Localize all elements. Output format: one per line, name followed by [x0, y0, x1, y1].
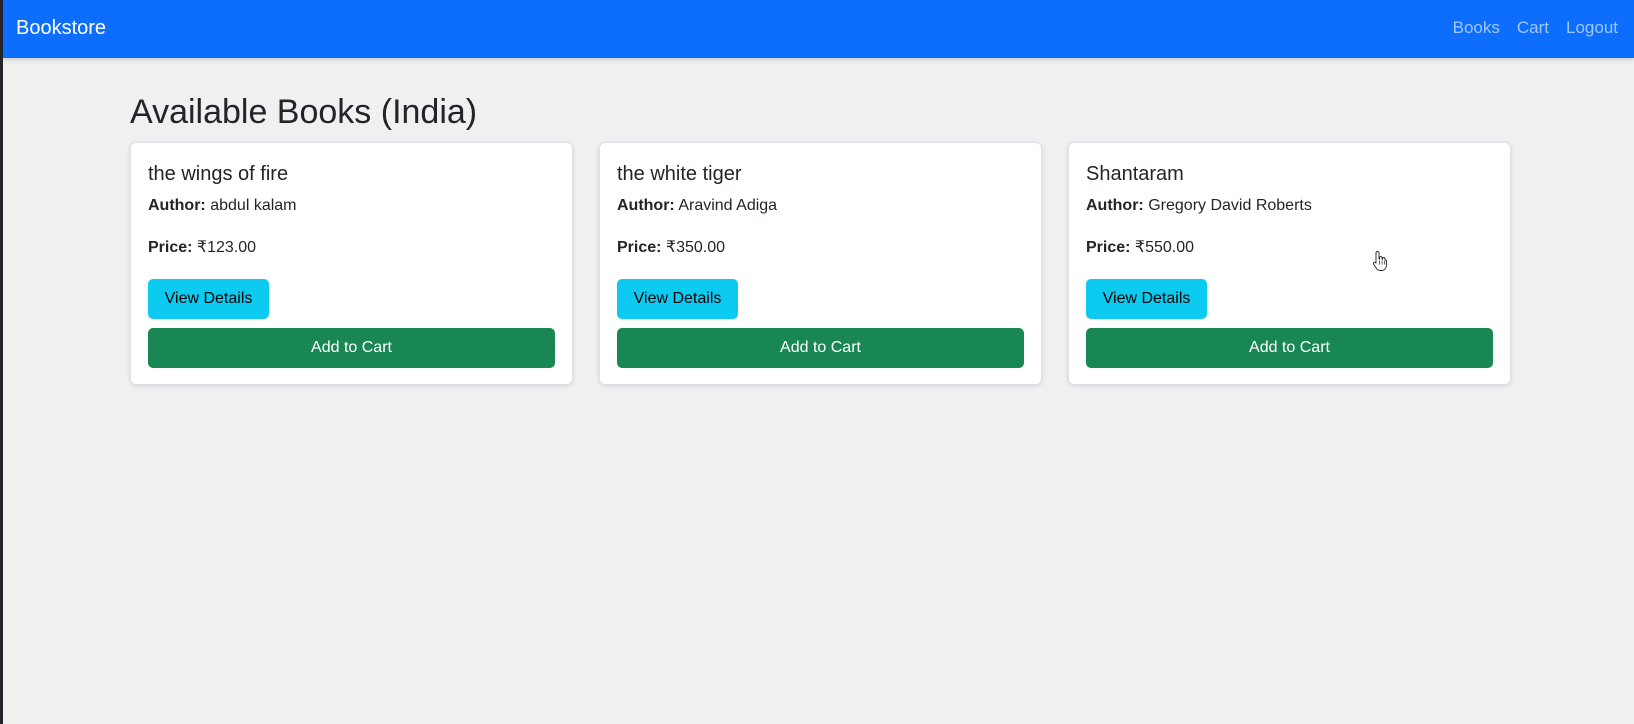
view-details-button[interactable]: View Details — [148, 279, 269, 319]
book-price: Price: ₹350.00 — [617, 238, 1024, 258]
nav-link-books[interactable]: Books — [1453, 18, 1500, 38]
book-card: the wings of fire Author: abdul kalam Pr… — [130, 142, 573, 385]
nav-link-logout[interactable]: Logout — [1566, 18, 1618, 38]
page-title: Available Books (India) — [130, 93, 478, 131]
add-to-cart-button[interactable]: Add to Cart — [148, 328, 555, 368]
nav-link-cart[interactable]: Cart — [1517, 18, 1549, 38]
book-author: Author: abdul kalam — [148, 196, 555, 216]
add-to-cart-button[interactable]: Add to Cart — [617, 328, 1024, 368]
book-title: the white tiger — [617, 163, 742, 185]
author-value: Gregory David Roberts — [1148, 197, 1312, 214]
book-price: Price: ₹123.00 — [148, 238, 555, 258]
nav-links: Books Cart Logout — [1453, 0, 1618, 56]
navbar: Bookstore Books Cart Logout — [0, 0, 1634, 58]
price-value: ₹550.00 — [1134, 239, 1195, 256]
price-label: Price: — [617, 239, 662, 256]
author-value: abdul kalam — [210, 197, 297, 214]
book-title: Shantaram — [1086, 163, 1184, 185]
book-card: Shantaram Author: Gregory David Roberts … — [1068, 142, 1511, 385]
book-title: the wings of fire — [148, 163, 289, 185]
book-price: Price: ₹550.00 — [1086, 238, 1493, 258]
price-value: ₹123.00 — [196, 239, 257, 256]
book-author: Author: Gregory David Roberts — [1086, 196, 1493, 216]
add-to-cart-button[interactable]: Add to Cart — [1086, 328, 1493, 368]
book-list: the wings of fire Author: abdul kalam Pr… — [130, 142, 1511, 385]
window-left-edge — [0, 0, 3, 724]
book-card: the white tiger Author: Aravind Adiga Pr… — [599, 142, 1042, 385]
author-label: Author: — [1086, 197, 1144, 214]
price-label: Price: — [148, 239, 193, 256]
price-value: ₹350.00 — [665, 239, 726, 256]
price-label: Price: — [1086, 239, 1131, 256]
book-author: Author: Aravind Adiga — [617, 196, 1024, 216]
author-label: Author: — [617, 197, 675, 214]
view-details-button[interactable]: View Details — [617, 279, 738, 319]
navbar-brand[interactable]: Bookstore — [16, 0, 106, 56]
author-label: Author: — [148, 197, 206, 214]
view-details-button[interactable]: View Details — [1086, 279, 1207, 319]
author-value: Aravind Adiga — [678, 197, 778, 214]
hand-pointer-icon — [1372, 251, 1387, 271]
